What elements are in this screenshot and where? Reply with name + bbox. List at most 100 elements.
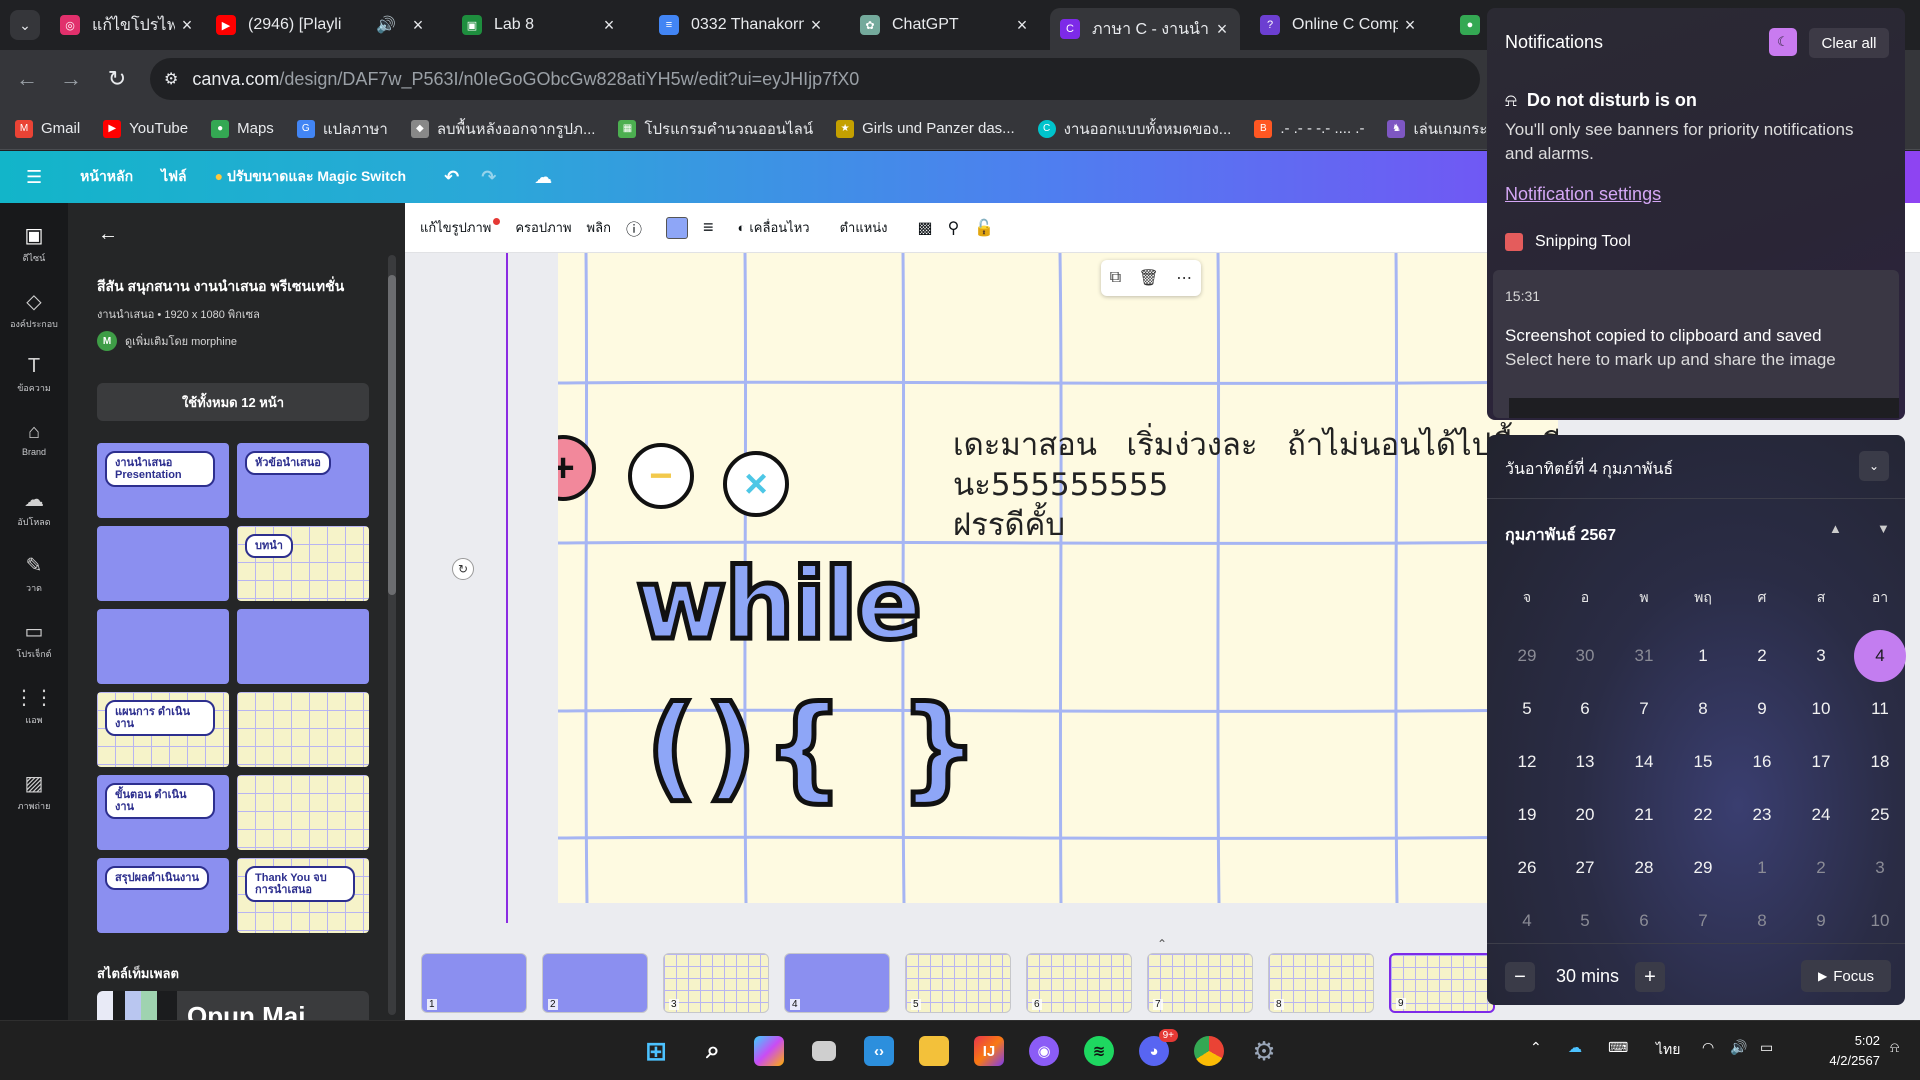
calendar-day-today[interactable]: 4 <box>1854 630 1906 682</box>
tab-lab8[interactable]: ▣ Lab 8 × <box>452 8 627 42</box>
calendar-day[interactable]: 9 <box>1736 683 1788 735</box>
multiply-sticker[interactable]: × <box>723 451 789 517</box>
close-tab-icon[interactable]: × <box>175 15 199 36</box>
color-button[interactable] <box>665 216 688 239</box>
redo-icon[interactable]: ↷ <box>481 167 496 188</box>
rail-elements[interactable]: ◇ องค์ประกอบ <box>0 289 68 331</box>
notification-settings-link[interactable]: Notification settings <box>1505 184 1661 205</box>
calendar-day[interactable]: 11 <box>1854 683 1906 735</box>
flip-button[interactable]: พลิก <box>587 217 611 238</box>
slide-canvas[interactable]: + − × while (){ } เดะมาสอน เริ่มง่วงละ ถ… <box>558 253 1558 903</box>
speaker-icon[interactable]: 🔊 <box>376 15 396 35</box>
calendar-day[interactable]: 5 <box>1559 895 1611 947</box>
calendar-day[interactable]: 12 <box>1501 736 1553 788</box>
screenshot-notification[interactable]: 15:31 Screenshot copied to clipboard and… <box>1493 270 1899 418</box>
while-graphic[interactable]: while <box>634 546 925 665</box>
template-thumb-11[interactable]: สรุปผลดำเนินงาน <box>97 858 229 933</box>
calendar-month[interactable]: กุมภาพันธ์ 2567 <box>1505 523 1616 548</box>
close-tab-icon[interactable]: × <box>597 15 621 36</box>
chrome-button[interactable] <box>1189 1031 1229 1071</box>
bookmark-canva-designs[interactable]: C งานออกแบบทั้งหมดของ... <box>1037 117 1231 141</box>
calendar-day[interactable]: 28 <box>1618 842 1670 894</box>
calendar-day[interactable]: 30 <box>1559 630 1611 682</box>
close-tab-icon[interactable]: × <box>1210 19 1234 40</box>
tab-search-button[interactable]: ⌄ <box>10 10 40 40</box>
crop-button[interactable]: ครอปภาพ <box>515 217 571 238</box>
calendar-day[interactable]: 20 <box>1559 789 1611 841</box>
bookmark-remove-bg[interactable]: ◆ ลบพื้นหลังออกจากรูปภ... <box>410 117 595 141</box>
calendar-day[interactable]: 14 <box>1618 736 1670 788</box>
tab-chatgpt[interactable]: ✿ ChatGPT × <box>850 8 1040 42</box>
prev-month-icon[interactable]: ▲ <box>1829 521 1842 536</box>
calendar-day[interactable]: 7 <box>1677 895 1729 947</box>
use-all-pages-button[interactable]: ใช้ทั้งหมด 12 หน้า <box>97 383 369 421</box>
volume-icon[interactable]: 🔊 <box>1730 1039 1747 1056</box>
calendar-day[interactable]: 8 <box>1677 683 1729 735</box>
site-info-icon[interactable]: ⚙ <box>164 69 178 89</box>
calendar-day[interactable]: 17 <box>1795 736 1847 788</box>
duplicate-icon[interactable]: ⧉ <box>1110 269 1121 287</box>
increase-focus-button[interactable]: + <box>1635 962 1665 992</box>
page-thumb-2[interactable]: 2 <box>542 953 648 1013</box>
show-hidden-icons[interactable]: ⌃ <box>1530 1039 1542 1056</box>
vscode-button[interactable]: ‹› <box>859 1031 899 1071</box>
page-thumb-7[interactable]: 7 <box>1147 953 1253 1013</box>
rail-design[interactable]: ▣ ดีไซน์ <box>0 223 68 265</box>
calendar-day[interactable]: 1 <box>1677 630 1729 682</box>
copy-style-icon[interactable]: ⚲ <box>948 218 960 238</box>
panel-scrollbar[interactable] <box>388 255 396 1015</box>
tab-compiler[interactable]: ? Online C Compil × <box>1250 8 1428 42</box>
start-button[interactable]: ⊞ <box>636 1031 676 1071</box>
calendar-day[interactable]: 15 <box>1677 736 1729 788</box>
info-icon[interactable]: ⓘ <box>626 216 642 240</box>
calendar-day[interactable]: 23 <box>1736 789 1788 841</box>
rail-draw[interactable]: ✎ วาด <box>0 553 68 595</box>
tab-maps[interactable]: ● <box>1450 8 1486 42</box>
wifi-icon[interactable]: ◠ <box>1702 1039 1714 1056</box>
copilot-button[interactable] <box>749 1031 789 1071</box>
next-month-icon[interactable]: ▼ <box>1877 521 1890 536</box>
expand-pages-icon[interactable]: ⌃ <box>1157 937 1167 951</box>
template-thumb-3[interactable] <box>97 526 229 601</box>
collapse-calendar-icon[interactable]: ⌄ <box>1859 451 1889 481</box>
home-button[interactable]: หน้าหลัก <box>80 166 133 188</box>
search-button[interactable]: ⌕ <box>693 1031 733 1071</box>
template-thumb-1[interactable]: งานนำเสนอ Presentation <box>97 443 229 518</box>
page-thumb-4[interactable]: 4 <box>784 953 890 1013</box>
back-icon[interactable]: ← <box>12 64 42 94</box>
rail-photos[interactable]: ▨ ภาพถ่าย <box>0 771 68 813</box>
tab-docs[interactable]: ≡ 0332 Thanakorn × <box>649 8 834 42</box>
battery-icon[interactable]: ▭ <box>1760 1039 1773 1056</box>
decrease-focus-button[interactable]: − <box>1505 962 1535 992</box>
template-thumb-7[interactable]: แผนการ ดำเนินงาน <box>97 692 229 767</box>
calendar-day[interactable]: 3 <box>1854 842 1906 894</box>
calendar-day[interactable]: 26 <box>1501 842 1553 894</box>
minus-sticker[interactable]: − <box>628 443 694 509</box>
keyboard-icon[interactable]: ⌨ <box>1608 1039 1628 1056</box>
calendar-day[interactable]: 29 <box>1677 842 1729 894</box>
calendar-day[interactable]: 9 <box>1795 895 1847 947</box>
github-desktop-button[interactable]: ◉ <box>1024 1031 1064 1071</box>
bookmark-maps[interactable]: ● Maps <box>211 119 274 138</box>
border-style-icon[interactable]: ≡ <box>703 217 714 238</box>
rail-upload[interactable]: ☁ อัปโหลด <box>0 487 68 529</box>
bookmark-calculator[interactable]: ▦ โปรแกรมคำนวณออนไลน์ <box>618 117 813 141</box>
page-thumb-3[interactable]: 3 <box>663 953 769 1013</box>
calendar-day[interactable]: 1 <box>1736 842 1788 894</box>
template-thumb-8[interactable] <box>237 692 369 767</box>
calendar-day[interactable]: 6 <box>1559 683 1611 735</box>
slide-text[interactable]: เดะมาสอน เริ่มง่วงละ ถ้าไม่นอนได้ไปซื้อเ… <box>953 425 1558 545</box>
clear-all-button[interactable]: Clear all <box>1809 28 1889 58</box>
rail-projects[interactable]: ▭ โปรเจ็กต์ <box>0 619 68 661</box>
calendar-day[interactable]: 13 <box>1559 736 1611 788</box>
cloud-saved-icon[interactable]: ☁ <box>534 167 552 188</box>
calendar-day[interactable]: 7 <box>1618 683 1670 735</box>
spotify-button[interactable]: ≋ <box>1079 1031 1119 1071</box>
page-thumb-9[interactable]: 9 <box>1389 953 1495 1013</box>
bookmark-translate[interactable]: G แปลภาษา <box>296 117 388 141</box>
url-input[interactable]: ⚙ canva.com/design/DAF7w_P563I/n0IeGoGOb… <box>150 58 1480 100</box>
menu-icon[interactable]: ☰ <box>26 167 42 188</box>
screenshot-preview[interactable] <box>1509 398 1899 418</box>
template-thumb-6[interactable] <box>237 609 369 684</box>
do-not-disturb-toggle[interactable]: ☾ <box>1769 28 1797 56</box>
